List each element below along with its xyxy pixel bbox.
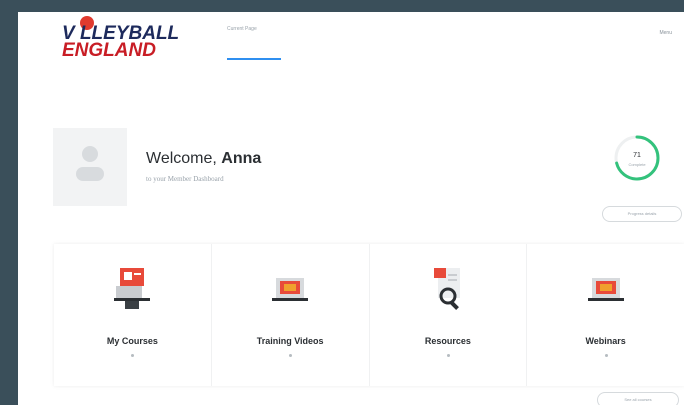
avatar-head [82, 146, 98, 162]
webinar-laptop-icon [584, 266, 628, 312]
card-count-indicator [131, 354, 135, 357]
card-label: My Courses [106, 336, 158, 346]
welcome-heading: Welcome, Anna [146, 150, 261, 168]
card-webinars[interactable]: Webinars [527, 244, 684, 386]
card-my-courses[interactable]: My Courses [54, 244, 212, 386]
progress-details-button[interactable]: Progress details [602, 206, 682, 222]
greeting-text: Welcome, [146, 150, 222, 167]
resources-search-icon [426, 266, 470, 312]
courses-icon [110, 266, 154, 312]
see-all-button[interactable]: See all courses [597, 392, 679, 405]
user-name: Anna [221, 150, 262, 167]
nav-menu-link[interactable]: Menu [659, 30, 672, 36]
dashboard-cards: My Courses Training Videos Resources Web… [54, 244, 684, 386]
dashboard-panel: V LLEYBALL ENGLAND Current Page Menu Wel… [18, 12, 684, 405]
nav-active-indicator [227, 58, 281, 60]
card-count-indicator [289, 354, 293, 357]
card-label: Webinars [585, 336, 626, 346]
progress-caption: Complete [628, 162, 646, 167]
card-training-videos[interactable]: Training Videos [212, 244, 370, 386]
card-count-indicator [604, 354, 608, 357]
nav-current-page[interactable]: Current Page [227, 26, 257, 32]
avatar-shoulders [76, 167, 104, 181]
card-count-indicator [446, 354, 450, 357]
volleyball-england-logo[interactable]: V LLEYBALL ENGLAND [62, 16, 192, 64]
progress-value: 71 [633, 152, 641, 159]
video-laptop-icon [268, 266, 312, 312]
card-label: Training Videos [256, 336, 324, 346]
avatar [53, 128, 127, 206]
card-label: Resources [424, 336, 471, 346]
card-resources[interactable]: Resources [370, 244, 528, 386]
logo-line-2: ENGLAND [62, 40, 156, 61]
welcome-subtitle: to your Member Dashboard [146, 175, 224, 183]
